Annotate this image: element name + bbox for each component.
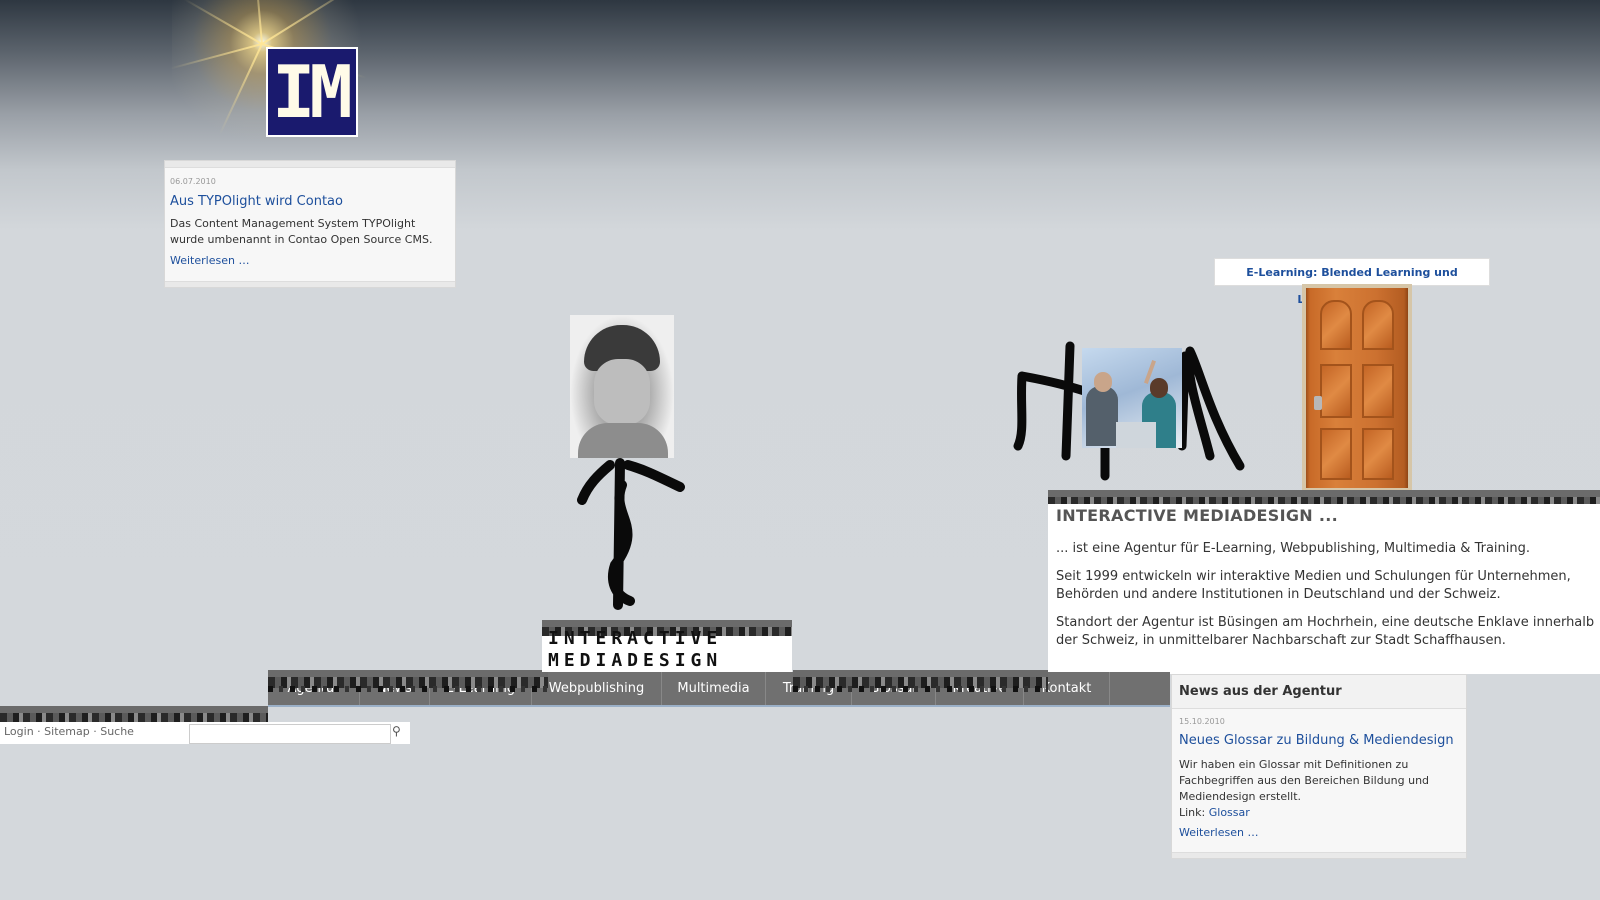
logo-text: IM bbox=[272, 50, 353, 134]
news-date: 15.10.2010 bbox=[1179, 717, 1225, 726]
platform-edge bbox=[793, 670, 1048, 692]
glossar-link[interactable]: Glossar bbox=[1209, 806, 1250, 819]
article-heading: INTERACTIVE MEDIADESIGN ... bbox=[1056, 506, 1338, 525]
search-input[interactable] bbox=[189, 724, 391, 744]
brand-sign: INTERACTIVE MEDIADESIGN bbox=[542, 628, 792, 672]
stick-figure-drawing bbox=[577, 458, 685, 610]
intro-article: INTERACTIVE MEDIADESIGN ... ... ist eine… bbox=[1048, 504, 1600, 674]
teaser-title-link[interactable]: Aus TYPOlight wird Contao bbox=[170, 194, 343, 209]
teaser-body: Das Content Management System TYPOlight … bbox=[170, 217, 433, 246]
news-link-prefix: Link: bbox=[1179, 806, 1206, 819]
news-title-link[interactable]: Neues Glossar zu Bildung & Mediendesign bbox=[1179, 733, 1454, 748]
teaser-read-more-link[interactable]: Weiterlesen … bbox=[170, 254, 249, 267]
sign-line-2: MEDIADESIGN bbox=[548, 650, 723, 671]
search-bar: Login · Sitemap · Suche ⚲ bbox=[0, 722, 410, 744]
article-paragraph: Standort der Agentur ist Büsingen am Hoc… bbox=[1056, 615, 1595, 648]
article-paragraph: ... ist eine Agentur für E-Learning, Web… bbox=[1056, 541, 1531, 556]
nav-item-webpublishing[interactable]: Webpublishing bbox=[532, 672, 662, 705]
meta-links[interactable]: Login · Sitemap · Suche bbox=[4, 725, 134, 738]
search-icon[interactable]: ⚲ bbox=[392, 724, 406, 740]
article-paragraph: Seit 1999 entwickeln wir interaktive Med… bbox=[1056, 569, 1571, 602]
news-box-heading: News aus der Agentur bbox=[1179, 684, 1342, 699]
team-photo bbox=[1082, 348, 1182, 448]
news-box-header: News aus der Agentur bbox=[1172, 675, 1466, 709]
news-body: Wir haben ein Glossar mit Definitionen z… bbox=[1179, 758, 1430, 803]
platform-edge bbox=[268, 670, 548, 692]
sign-line-1: INTERACTIVE bbox=[548, 628, 723, 649]
elearning-link[interactable]: E-Learning: Blended Learning und Lernman… bbox=[1214, 258, 1490, 306]
nav-item-multimedia[interactable]: Multimedia bbox=[662, 672, 766, 705]
news-teaser: 06.07.2010 Aus TYPOlight wird Contao Das… bbox=[164, 160, 456, 288]
portrait-photo bbox=[570, 315, 674, 458]
door-image bbox=[1306, 288, 1408, 488]
site-logo[interactable]: IM bbox=[266, 47, 358, 137]
news-link-line: Link: Glossar bbox=[1179, 805, 1250, 821]
news-box: News aus der Agentur 15.10.2010 Neues Gl… bbox=[1171, 674, 1467, 859]
news-read-more-link[interactable]: Weiterlesen … bbox=[1179, 826, 1258, 839]
teaser-date: 06.07.2010 bbox=[170, 177, 216, 186]
